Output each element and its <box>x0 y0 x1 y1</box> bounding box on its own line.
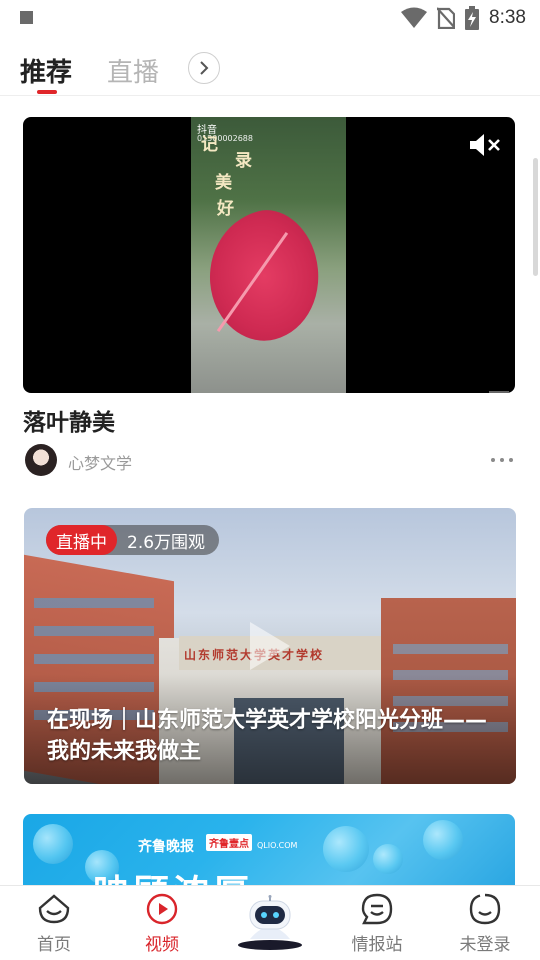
nav-label: 未登录 <box>459 935 511 955</box>
play-icon[interactable] <box>246 620 292 672</box>
tab-recommend[interactable]: 推荐 <box>20 52 72 89</box>
nav-home[interactable]: 首页 <box>9 892 99 960</box>
scrollbar[interactable] <box>533 158 538 276</box>
video-progress <box>489 391 509 393</box>
author-name[interactable]: 心梦文学 <box>68 450 132 474</box>
nav-intel-station[interactable]: 情报站 <box>332 892 422 960</box>
user-face-icon <box>469 893 501 925</box>
author-row: 心梦文学 <box>23 442 515 478</box>
robot-icon[interactable] <box>236 895 304 951</box>
bubble <box>33 824 73 864</box>
top-tabs: 推荐 直播 <box>0 40 540 96</box>
live-stream-card[interactable]: 山东师范大学英才学校 直播中 2.6万围观 在现场｜山东师范大学英才学校阳光分班… <box>24 508 516 784</box>
red-leaf-image <box>194 199 334 353</box>
bubble <box>323 826 369 872</box>
tab-live[interactable]: 直播 <box>107 52 159 89</box>
more-options-icon[interactable] <box>491 458 513 462</box>
promo-brand: 齐鲁晚报 <box>138 839 194 855</box>
promo-sub-brand-url: QLIO.COM <box>257 841 298 850</box>
no-sim-icon <box>437 7 456 29</box>
play-circle-icon <box>146 893 178 925</box>
nav-label: 首页 <box>37 935 71 955</box>
status-bar: 8:38 <box>0 0 540 36</box>
status-time: 8:38 <box>489 7 526 28</box>
bubble <box>423 820 463 860</box>
more-tabs-button[interactable] <box>188 52 220 84</box>
live-status-tag: 直播中 <box>46 525 117 555</box>
promo-card[interactable]: 齐鲁晚报 齐鲁壹点 QLIO.COM 映顾浓厚 <box>23 814 515 888</box>
home-face-icon <box>38 894 70 924</box>
video-player[interactable]: 抖音 01300002688 记 录 美 好 <box>23 117 515 393</box>
nav-video[interactable]: 视频 <box>117 892 207 960</box>
wifi-icon <box>401 7 428 28</box>
mute-icon[interactable] <box>469 133 501 157</box>
nav-profile[interactable]: 未登录 <box>440 892 530 960</box>
bubble <box>373 844 403 874</box>
video-title[interactable]: 落叶静美 <box>23 403 115 437</box>
nav-label: 情报站 <box>351 935 403 955</box>
chat-face-icon <box>361 893 393 925</box>
poem-char: 录 <box>235 151 252 171</box>
poem-char: 好 <box>217 199 234 219</box>
avatar[interactable] <box>25 444 57 476</box>
chevron-right-icon <box>200 61 209 75</box>
video-frame: 抖音 01300002688 记 录 美 好 <box>191 117 346 393</box>
poem-char: 记 <box>201 135 218 155</box>
live-title[interactable]: 在现场｜山东师范大学英才学校阳光分班——我的未来我做主 <box>47 705 497 767</box>
nav-label: 视频 <box>145 935 179 955</box>
live-badge: 直播中 2.6万围观 <box>46 525 220 555</box>
viewer-count: 2.6万围观 <box>127 532 206 553</box>
promo-sub-brand: 齐鲁壹点 <box>206 834 252 851</box>
battery-charging-icon <box>465 6 480 30</box>
poem-char: 美 <box>215 173 232 193</box>
active-tab-indicator <box>37 90 57 94</box>
notification-icon <box>20 11 33 24</box>
